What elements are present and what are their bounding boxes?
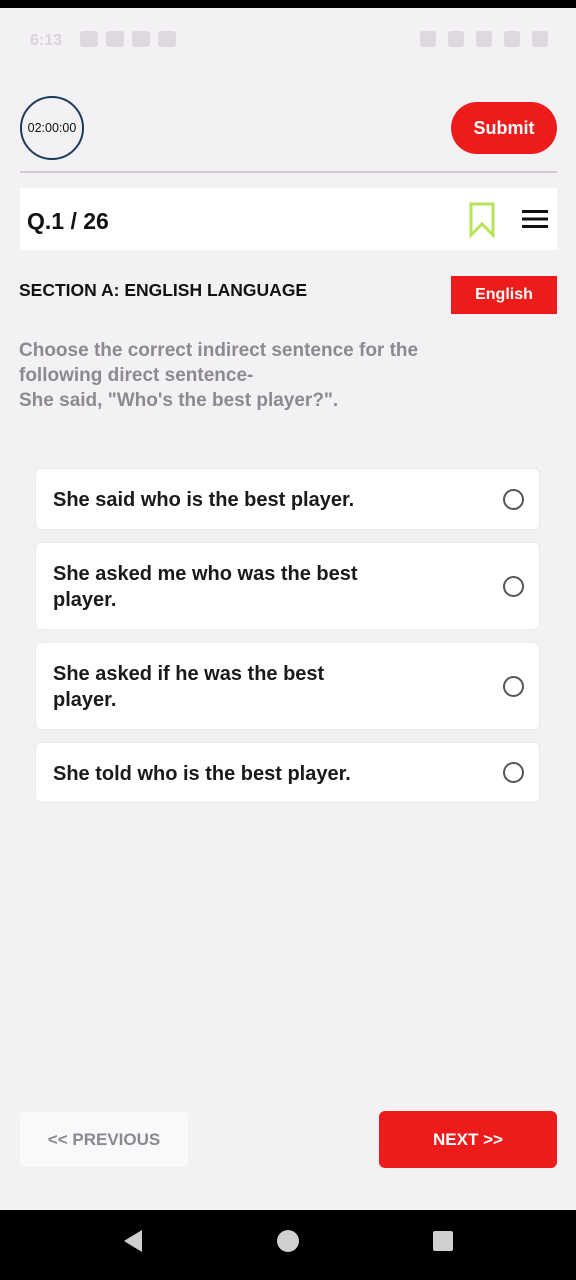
question-text: Choose the correct indirect sentence for… [19, 338, 539, 413]
header-divider [20, 171, 557, 173]
top-black-strip [0, 0, 576, 8]
language-button[interactable]: English [451, 276, 557, 314]
option-line: She told who is the best player. [53, 763, 351, 785]
radio-button[interactable] [503, 576, 524, 597]
question-number: Q.1 / 26 [27, 208, 109, 234]
radio-button[interactable] [503, 676, 524, 697]
option-text: She told who is the best player. [53, 761, 453, 787]
youtube-icon [106, 31, 124, 47]
radio-button[interactable] [503, 762, 524, 783]
bookmark-icon[interactable] [468, 202, 496, 238]
option-4[interactable]: She told who is the best player. [35, 742, 540, 803]
recents-nav-icon[interactable] [433, 1231, 453, 1251]
question-line: She said, "Who's the best player?". [19, 390, 339, 411]
option-line: She asked if he was the best [53, 663, 325, 685]
gallery-icon [158, 31, 176, 47]
question-line: Choose the correct indirect sentence for… [19, 340, 419, 361]
linkedin-icon [80, 31, 98, 47]
option-line: player. [53, 689, 117, 711]
status-right-icons [420, 31, 548, 47]
data-icon [476, 31, 492, 47]
alarm-icon [420, 31, 436, 47]
option-line: player. [53, 589, 117, 611]
home-nav-icon[interactable] [277, 1230, 299, 1252]
option-line: She asked me who was the best [53, 563, 358, 585]
back-nav-icon[interactable] [124, 1230, 142, 1252]
submit-button[interactable]: Submit [451, 102, 557, 154]
section-title: SECTION A: ENGLISH LANGUAGE [19, 280, 308, 300]
option-text: She said who is the best player. [53, 487, 453, 513]
question-header: Q.1 / 26 [20, 188, 557, 250]
radio-button[interactable] [503, 489, 524, 510]
option-text: She asked if he was the best player. [53, 661, 453, 713]
bluetooth-icon [448, 31, 464, 47]
previous-button[interactable]: << PREVIOUS [20, 1112, 188, 1167]
countdown-timer: 02:00:00 [20, 96, 84, 160]
app-screen: 6:13 02:00:00 Submit Q.1 / 26 SECTION A:… [0, 0, 576, 1210]
status-bar: 6:13 [0, 8, 576, 68]
chart-icon [132, 31, 150, 47]
battery-icon [532, 31, 548, 47]
hamburger-menu-icon[interactable] [522, 208, 548, 230]
option-line: She said who is the best player. [53, 489, 355, 511]
option-2[interactable]: She asked me who was the best player. [35, 542, 540, 630]
signal-icon [504, 31, 520, 47]
next-button[interactable]: NEXT >> [379, 1111, 557, 1168]
status-left-icons [80, 31, 176, 47]
option-3[interactable]: She asked if he was the best player. [35, 642, 540, 730]
question-line: following direct sentence- [19, 365, 254, 386]
option-1[interactable]: She said who is the best player. [35, 468, 540, 530]
status-time: 6:13 [30, 32, 63, 49]
option-text: She asked me who was the best player. [53, 561, 453, 613]
